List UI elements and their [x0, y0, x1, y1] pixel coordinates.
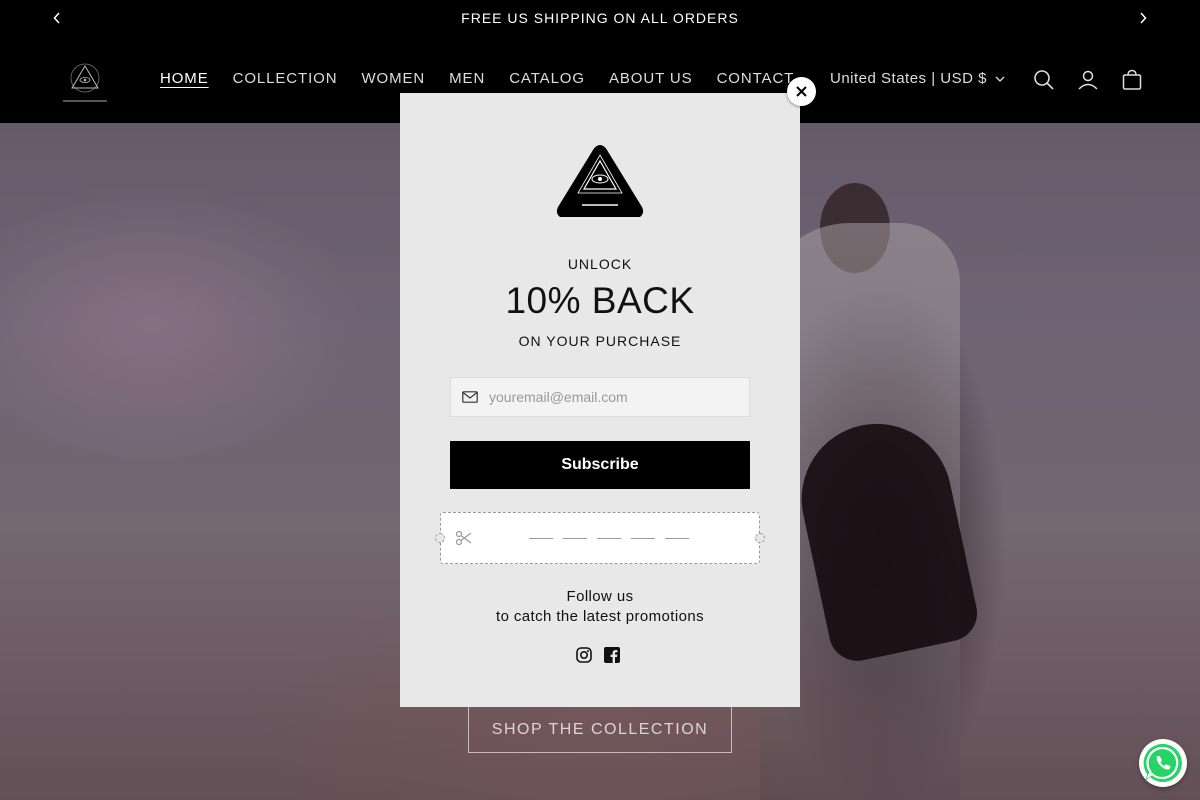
- cart-icon[interactable]: [1121, 69, 1143, 91]
- social-links: [576, 647, 620, 663]
- coupon-code-box: [435, 512, 765, 564]
- coupon-placeholder: [529, 538, 689, 539]
- email-input[interactable]: [489, 389, 739, 405]
- main-nav: HOME COLLECTION WOMEN MEN CATALOG ABOUT …: [160, 70, 794, 87]
- currency-selector[interactable]: United States | USD $: [830, 70, 1005, 87]
- brand-logo[interactable]: [58, 58, 112, 108]
- nav-item-men[interactable]: MEN: [449, 70, 485, 87]
- facebook-icon[interactable]: [604, 647, 620, 663]
- currency-label: United States | USD $: [830, 70, 987, 87]
- follow-line-1: Follow us: [566, 588, 634, 605]
- popup-logo: [554, 141, 646, 221]
- popup-headline-top: UNLOCK: [567, 256, 633, 272]
- scissors-icon: [455, 530, 472, 546]
- subscribe-button[interactable]: Subscribe: [450, 441, 750, 489]
- coupon-notch-right: [755, 533, 765, 543]
- chevron-down-icon: [995, 76, 1005, 82]
- nav-item-about-us[interactable]: ABOUT US: [609, 70, 693, 87]
- chevron-left-icon[interactable]: [47, 8, 67, 28]
- popup-offer: 10% BACK: [505, 280, 695, 321]
- nav-item-home[interactable]: HOME: [160, 70, 209, 87]
- whatsapp-chat-button[interactable]: [1139, 739, 1187, 787]
- close-icon: [796, 86, 807, 97]
- announcement-text: FREE US SHIPPING ON ALL ORDERS: [461, 10, 739, 26]
- shop-collection-button[interactable]: SHOP THE COLLECTION: [468, 706, 732, 753]
- nav-item-women[interactable]: WOMEN: [361, 70, 425, 87]
- account-icon[interactable]: [1077, 69, 1099, 91]
- announcement-bar: FREE US SHIPPING ON ALL ORDERS: [0, 0, 1200, 36]
- instagram-icon[interactable]: [576, 647, 592, 663]
- email-field: [450, 377, 750, 417]
- discount-popup: UNLOCK 10% BACK ON YOUR PURCHASE Subscri…: [400, 93, 800, 707]
- chevron-right-icon[interactable]: [1133, 8, 1153, 28]
- coupon-notch-left: [435, 533, 445, 543]
- close-popup-button[interactable]: [787, 77, 816, 106]
- popup-headline-bottom: ON YOUR PURCHASE: [518, 333, 682, 349]
- nav-item-collection[interactable]: COLLECTION: [233, 70, 338, 87]
- follow-text: Follow us to catch the latest promotions: [400, 587, 800, 627]
- mail-icon: [461, 388, 479, 406]
- whatsapp-icon: [1143, 743, 1182, 782]
- nav-item-contact[interactable]: CONTACT: [717, 70, 795, 87]
- follow-line-2: to catch the latest promotions: [496, 608, 704, 625]
- nav-item-catalog[interactable]: CATALOG: [509, 70, 585, 87]
- search-icon[interactable]: [1033, 69, 1055, 91]
